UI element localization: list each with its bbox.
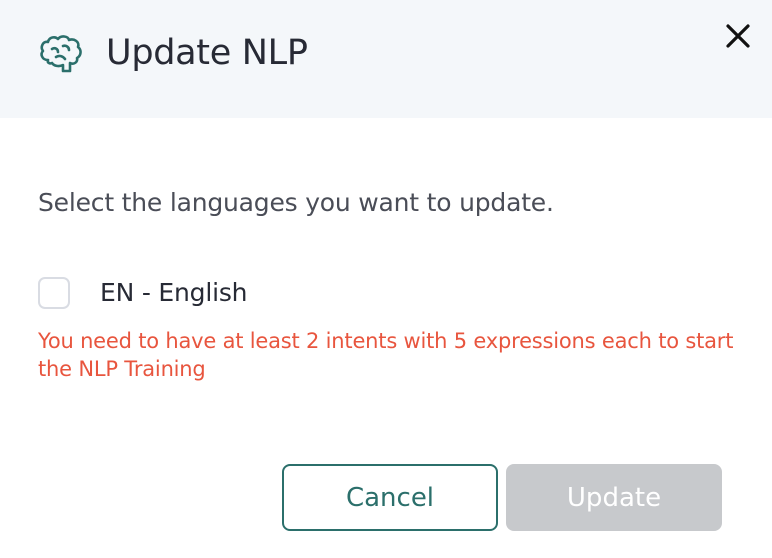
close-button[interactable] <box>718 16 758 56</box>
dialog-header: Update NLP <box>0 0 772 118</box>
instruction-text: Select the languages you want to update. <box>38 188 554 217</box>
cancel-button[interactable]: Cancel <box>282 464 498 531</box>
language-option-en[interactable]: EN - English <box>38 276 247 310</box>
error-message: You need to have at least 2 intents with… <box>38 329 734 381</box>
brain-icon <box>40 35 82 73</box>
update-button[interactable]: Update <box>506 464 722 531</box>
language-label: EN - English <box>100 278 248 307</box>
close-icon <box>726 24 750 48</box>
update-nlp-dialog: Update NLP Select the languages you want… <box>0 0 772 558</box>
language-checkbox[interactable] <box>38 277 70 309</box>
dialog-title: Update NLP <box>106 33 308 73</box>
